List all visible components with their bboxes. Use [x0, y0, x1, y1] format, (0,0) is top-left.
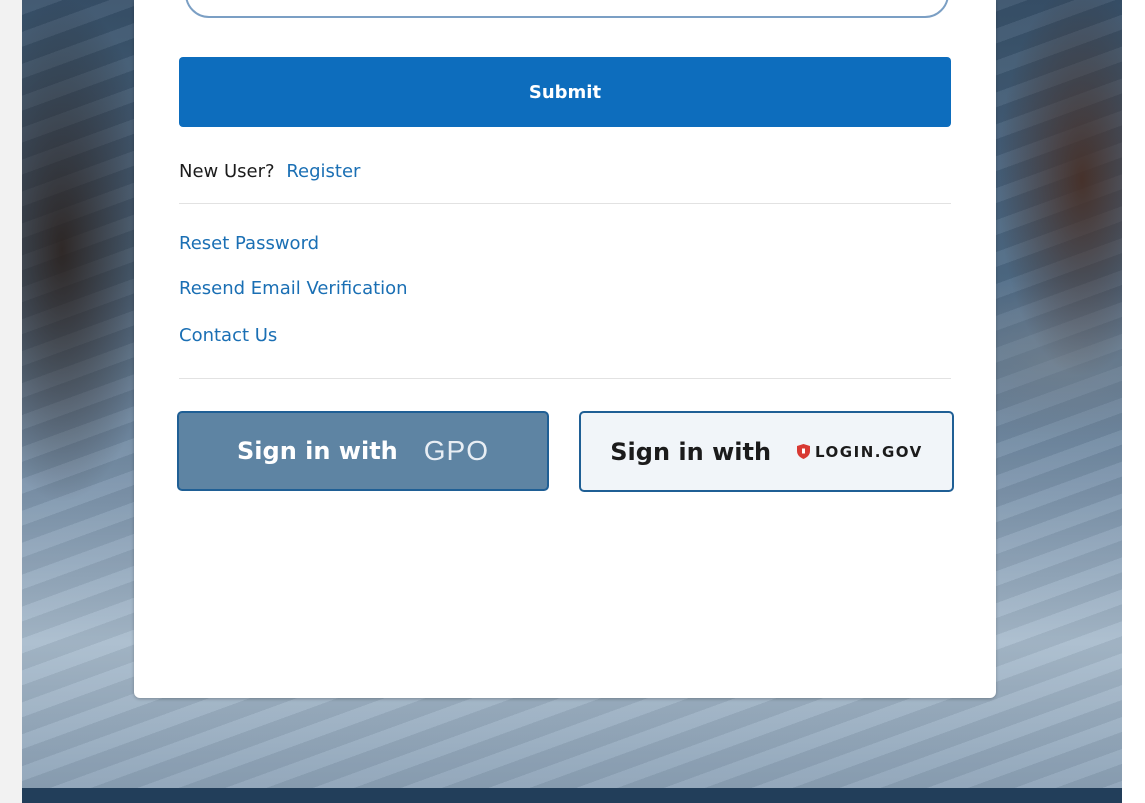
divider-bottom: [179, 378, 951, 379]
resend-email-verification-link[interactable]: Resend Email Verification: [179, 278, 408, 299]
window-frame-right: [1122, 0, 1145, 803]
logingov-button-label: Sign in with: [610, 437, 772, 466]
submit-button[interactable]: Submit: [179, 57, 951, 127]
contact-us-link[interactable]: Contact Us: [179, 325, 277, 346]
sign-in-with-logingov-button[interactable]: Sign in with LOGIN.GOV: [579, 411, 954, 492]
gpo-button-label: Sign in with: [237, 437, 398, 465]
gpo-logo: GPO: [423, 435, 489, 466]
logingov-logo-text: LOGIN.GOV: [815, 442, 923, 461]
sign-in-with-gpo-button[interactable]: Sign in with GPO: [177, 411, 549, 491]
new-user-label: New User?: [179, 161, 275, 182]
shield-icon: [797, 444, 811, 459]
page-footer: [22, 788, 1122, 803]
divider-top: [179, 203, 951, 204]
login-page: Submit New User? Register Reset Password…: [0, 0, 1145, 803]
register-link[interactable]: Register: [286, 161, 360, 182]
reset-password-link[interactable]: Reset Password: [179, 233, 319, 254]
logingov-logo: LOGIN.GOV: [797, 443, 923, 461]
password-input[interactable]: [185, 0, 949, 18]
window-frame-left: [0, 0, 22, 803]
new-user-row: New User? Register: [179, 161, 360, 182]
